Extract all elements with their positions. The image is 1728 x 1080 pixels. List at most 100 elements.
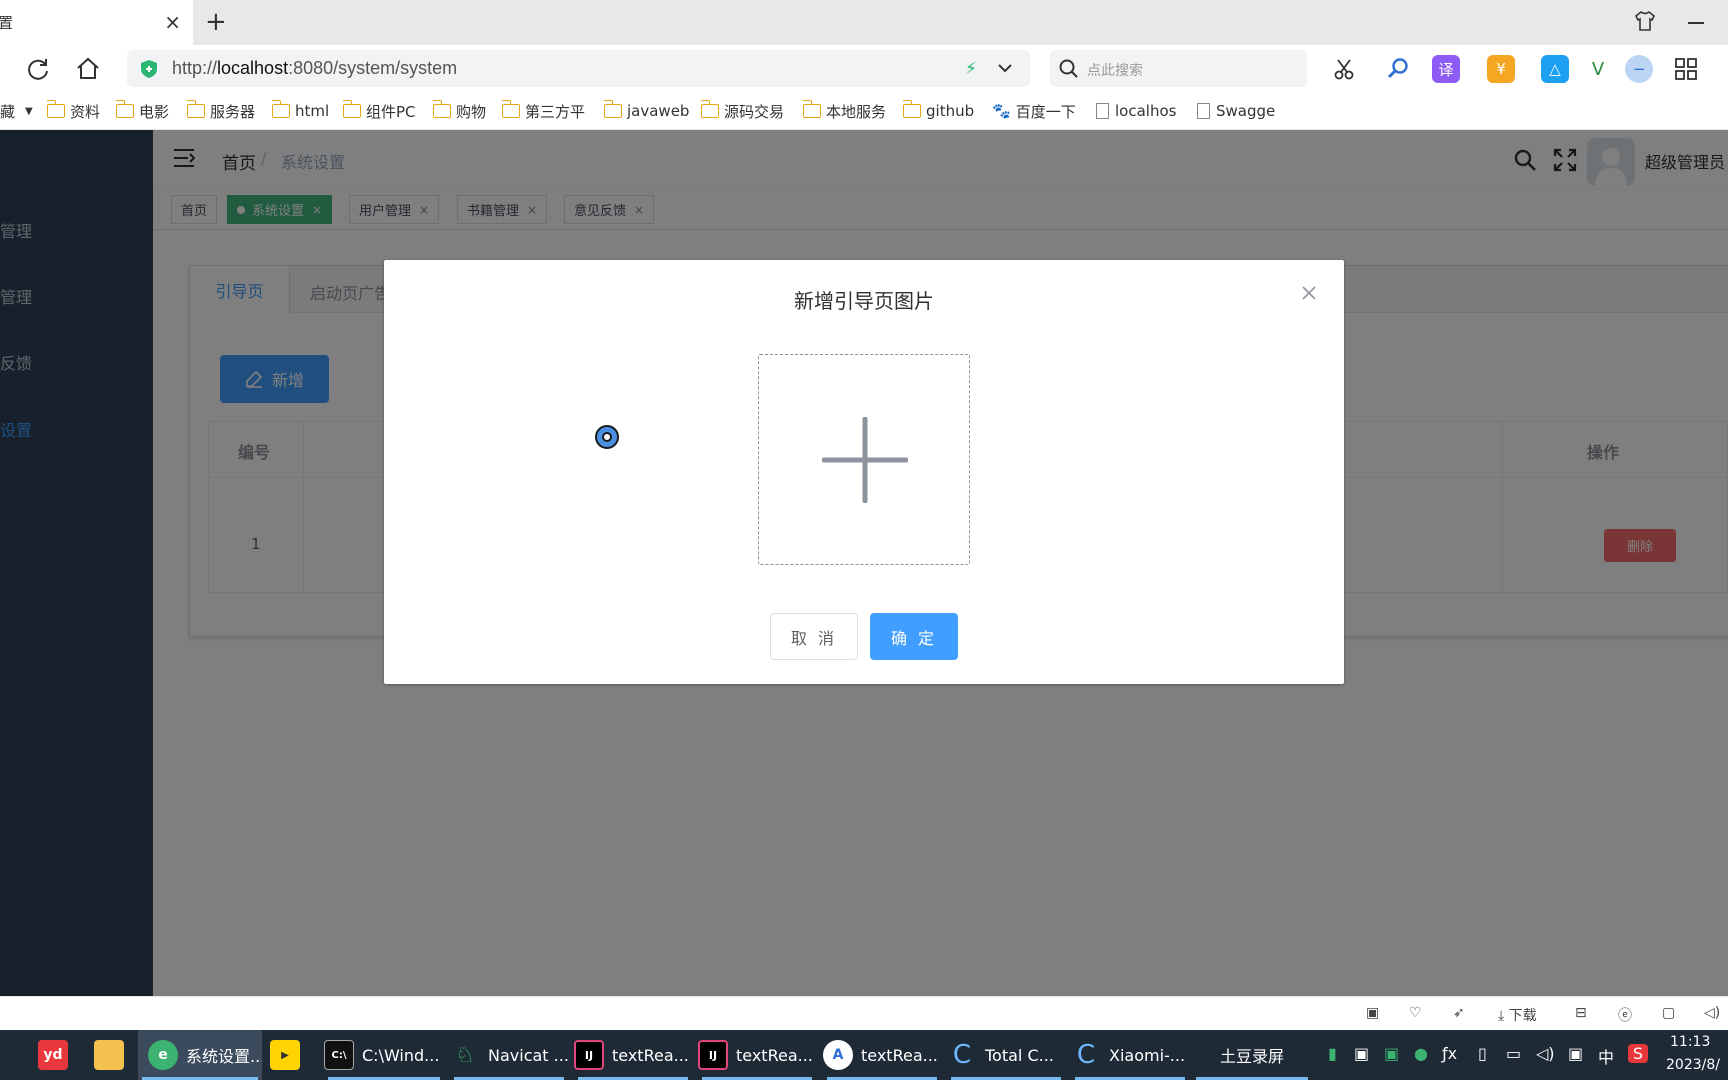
minimize-button[interactable] — [1688, 22, 1704, 24]
taskbar-browser[interactable]: e 系统设置... — [138, 1030, 262, 1080]
bookmark-folder[interactable]: 本地服务 — [803, 100, 889, 122]
app-tray-icon[interactable]: ● — [1414, 1044, 1428, 1063]
taskbar-explorer[interactable] — [94, 1030, 138, 1080]
taskbar-navicat[interactable]: ♘ Navicat ... — [450, 1030, 568, 1080]
home-icon[interactable] — [74, 55, 102, 83]
bookmark-folder[interactable]: 资料 — [47, 100, 107, 122]
clock-time[interactable]: 11:13 — [1670, 1034, 1710, 1050]
bookmark-folder[interactable]: 组件PC — [343, 100, 416, 122]
confirm-button[interactable]: 确 定 — [870, 613, 958, 660]
window-icon[interactable]: ▢ — [1662, 1005, 1675, 1021]
taskbar-player[interactable]: ▶ — [270, 1030, 314, 1080]
add-guide-image-dialog: 新增引导页图片 取 消 确 定 — [384, 260, 1344, 684]
ie-mode-icon[interactable]: ⓔ — [1618, 1005, 1632, 1025]
secure-shield-icon — [141, 60, 157, 78]
taskbar-android-studio[interactable]: AtextRea... — [823, 1030, 941, 1080]
intellij-icon: IJ — [698, 1040, 728, 1070]
folder-icon — [47, 100, 65, 118]
browser-nav-bar: http://localhost:8080/system/system ⚡ 点此… — [0, 45, 1728, 93]
taskbar-idea-1[interactable]: IJ textRea... — [574, 1030, 692, 1080]
c-icon: C — [952, 1040, 972, 1070]
page-icon — [1096, 103, 1109, 119]
wechat-tray-icon[interactable]: ▣ — [1384, 1044, 1399, 1063]
browser-e-icon: e — [148, 1040, 178, 1070]
url-text: http://localhost:8080/system/system — [172, 58, 458, 78]
new-tab-button[interactable]: + — [205, 8, 227, 36]
bookmark-folder[interactable]: 源码交易 — [701, 100, 789, 122]
bookmark-item[interactable]: 藏 ▼ — [0, 100, 33, 122]
cancel-button[interactable]: 取 消 — [770, 613, 858, 660]
folder-icon — [94, 1040, 124, 1070]
search-placeholder: 点此搜索 — [1087, 63, 1143, 79]
bookmark-item[interactable]: localhos — [1096, 100, 1176, 122]
browser-tab-bar: 置 × + — [0, 0, 1728, 45]
taskbar-total-commander[interactable]: C Total C... — [947, 1030, 1065, 1080]
bookmark-folder[interactable]: 服务器 — [187, 100, 263, 122]
folder-icon — [187, 100, 205, 118]
mouse-cursor — [595, 425, 619, 449]
bookmark-item[interactable]: Swagge — [1197, 100, 1277, 122]
bookmark-item[interactable]: 🐾 百度一下 — [992, 100, 1076, 122]
c-icon: C — [1076, 1040, 1096, 1070]
folder-icon — [116, 100, 134, 118]
intellij-icon: IJ — [574, 1040, 604, 1070]
baidu-paw-icon: 🐾 — [992, 102, 1011, 120]
magnifier-icon[interactable] — [1384, 55, 1412, 83]
battery-tray-icon[interactable]: ▮ — [1328, 1044, 1337, 1063]
youdao-icon: yd — [38, 1040, 68, 1070]
close-icon[interactable] — [1300, 284, 1318, 302]
rocket-icon[interactable]: ➶ — [1453, 1005, 1465, 1021]
bookmark-folder[interactable]: javaweb — [604, 100, 690, 122]
coupon-icon[interactable]: ¥ — [1487, 55, 1515, 83]
taskbar-youdao[interactable]: yd — [38, 1030, 82, 1080]
health-icon[interactable]: ♡ — [1409, 1005, 1422, 1021]
taskbar-cmd[interactable]: C:\ C:\Wind... — [324, 1030, 444, 1080]
folder-icon — [502, 100, 520, 118]
browser-search-box[interactable]: 点此搜索 — [1050, 50, 1307, 87]
extension-v-icon[interactable]: V — [1584, 55, 1612, 83]
usb-tray-icon[interactable]: ▯ — [1478, 1044, 1487, 1063]
bookmark-folder[interactable]: github — [903, 100, 977, 122]
address-bar[interactable]: http://localhost:8080/system/system ⚡ — [127, 50, 1030, 87]
browser-tab[interactable]: 置 × — [0, 0, 193, 45]
scissors-icon[interactable] — [1330, 55, 1358, 83]
speaker-tray-icon[interactable]: ◁) — [1536, 1044, 1555, 1063]
apps-grid-icon[interactable] — [1672, 55, 1700, 83]
extension-a-icon[interactable]: △ — [1541, 55, 1569, 83]
taskbar-xiaomi[interactable]: C Xiaomi-... — [1071, 1030, 1189, 1080]
bookmark-folder[interactable]: 第三方平 — [502, 100, 586, 122]
taskbar-recorder[interactable]: 土豆录屏 — [1192, 1030, 1312, 1080]
chevron-down-icon[interactable] — [996, 59, 1014, 77]
speed-mode-icon[interactable]: ⚡ — [965, 59, 977, 79]
terminal-icon: C:\ — [324, 1040, 354, 1070]
browser-status-bar: ▣ ♡ ➶ ⤓ 下载 ⊟ ⓔ ▢ ◁) — [0, 996, 1728, 1030]
image-icon[interactable]: ▣ — [1366, 1005, 1379, 1021]
network-tray-icon[interactable]: ▭ — [1506, 1044, 1521, 1063]
fx-tray-icon[interactable]: ƒx — [1442, 1044, 1457, 1063]
translate-icon[interactable]: 译 — [1432, 55, 1460, 83]
display-tray-icon[interactable]: ▣ — [1568, 1044, 1583, 1063]
bookmarks-bar: 藏 ▼ 资料 电影 服务器 html 组件PC 购物 第三方平 javaweb 源… — [0, 93, 1728, 130]
bookmark-folder[interactable]: html — [272, 100, 336, 122]
image-uploader[interactable] — [758, 354, 970, 565]
skin-icon[interactable] — [1634, 10, 1656, 32]
volume-icon[interactable]: ◁) — [1704, 1005, 1720, 1021]
navicat-icon: ♘ — [455, 1042, 475, 1068]
folder-icon — [903, 100, 921, 118]
sogou-icon[interactable]: S — [1628, 1044, 1648, 1063]
plus-icon — [822, 417, 908, 503]
clock-date[interactable]: 2023/8/ — [1666, 1057, 1720, 1073]
device-icon[interactable]: ⊟ — [1575, 1005, 1587, 1021]
bookmark-folder[interactable]: 购物 — [433, 100, 493, 122]
folder-icon — [272, 100, 290, 118]
taskbar-idea-2[interactable]: IJ textRea... — [698, 1030, 816, 1080]
intellij-tray-icon[interactable]: ▣ — [1354, 1044, 1369, 1063]
download-button[interactable]: ⤓ 下载 — [1498, 1005, 1537, 1025]
taskbar: yd e 系统设置... ▶ C:\ C:\Wind... ♘ Navicat ...… — [0, 1030, 1728, 1080]
player-icon: ▶ — [270, 1040, 300, 1070]
tab-close-icon[interactable]: × — [164, 10, 181, 34]
ime-indicator[interactable]: 中 — [1598, 1044, 1614, 1068]
minus-circle-icon[interactable]: − — [1625, 55, 1653, 83]
bookmark-folder[interactable]: 电影 — [116, 100, 176, 122]
reload-icon[interactable] — [24, 55, 52, 83]
